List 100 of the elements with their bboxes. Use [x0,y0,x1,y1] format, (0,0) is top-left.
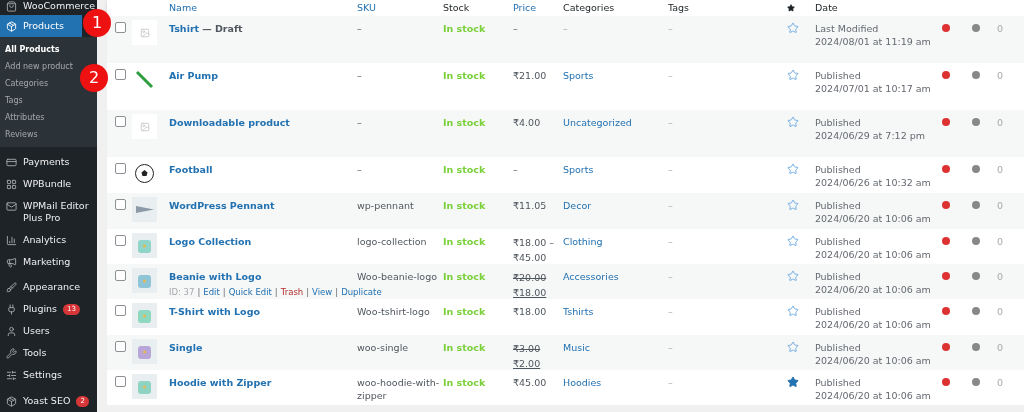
featured-star-icon[interactable] [787,163,799,175]
column-header[interactable]: Name [169,0,357,16]
row-action-link[interactable]: View [312,286,333,299]
stock-status: In stock [443,376,487,390]
row-checkbox[interactable] [115,116,126,127]
product-name[interactable]: Downloadable product [169,116,290,131]
product-name[interactable]: Football [169,163,213,178]
post-status: Published [815,199,862,212]
featured-star-icon[interactable] [787,116,799,128]
submenu-item[interactable]: Attributes [0,109,50,127]
featured-star-icon[interactable] [787,341,799,353]
box-icon [6,396,17,407]
settings-icon [6,370,17,382]
brush-icon [6,282,17,294]
product-name[interactable]: Single [169,341,203,356]
column-header[interactable]: Date [815,0,942,16]
stock-status: In stock [443,116,487,130]
sku: Woo-beanie-logo [357,270,438,283]
product-name[interactable]: Tshirt [169,22,200,37]
placeholder-thumbnail [132,20,157,45]
regular-price: ₹20.00 [513,271,547,285]
link-count: 0 [997,69,1005,83]
post-status: Last Modified [815,22,880,35]
product-name[interactable]: Hoodie with Zipper [169,376,272,391]
row-action-link[interactable]: Duplicate [341,286,382,299]
row-checkbox[interactable] [115,305,126,316]
price: – [513,22,519,36]
stock-status: In stock [443,270,487,284]
row-checkbox[interactable] [115,270,126,281]
category-link[interactable]: Sports [563,69,668,84]
featured-star-icon[interactable] [787,235,799,247]
stock-status: In stock [443,235,487,249]
post-status: Published [815,235,862,248]
row-checkbox[interactable] [115,199,126,210]
submenu-item[interactable]: Categories [0,75,54,93]
submenu-item[interactable]: Add new product [0,58,78,76]
category-link[interactable]: Music [563,341,668,356]
featured-star-icon[interactable] [787,22,799,34]
menu-label: Tools [23,347,47,360]
menu-label: Users [23,325,50,338]
featured-star-icon[interactable] [787,305,799,317]
featured-star-icon[interactable] [787,270,799,282]
category-link[interactable]: Decor [563,199,668,214]
row-action-link[interactable]: Trash [280,286,304,299]
post-status: Published [815,305,862,318]
category-link[interactable]: Uncategorized [563,116,668,131]
product-name[interactable]: Beanie with Logo [169,270,262,285]
sidebar-item[interactable]: Tools [0,342,97,365]
sku: – [357,69,363,82]
featured-star-icon[interactable] [787,69,799,81]
price: – [513,163,519,177]
sidebar-item[interactable]: Marketing [0,250,97,273]
product-name[interactable]: WordPress Pennant [169,199,275,214]
link-count: 0 [997,341,1005,355]
category-link[interactable]: Hoodies [563,376,668,391]
tags: – [668,116,787,131]
sidebar-item[interactable]: Analytics [0,228,97,251]
sidebar-item[interactable]: WPBundle [0,172,97,195]
stock-status: In stock [443,305,487,319]
row-checkbox[interactable] [115,163,126,174]
sku: – [357,163,363,176]
featured-star-icon[interactable] [787,376,799,388]
category-link[interactable]: Clothing [563,235,668,250]
submenu-item[interactable]: All Products [0,41,65,59]
sidebar-item[interactable]: Appearance [0,276,97,299]
row-action-link[interactable]: Quick Edit [228,286,272,299]
row-checkbox[interactable] [115,235,126,246]
product-name[interactable]: Air Pump [169,69,219,84]
sidebar-item[interactable]: Products [0,15,82,38]
date: 2024/06/20 at 10:06 am [815,389,932,402]
column-header[interactable]: SKU [357,0,443,16]
row-checkbox[interactable] [115,22,126,33]
row-action-link[interactable]: Edit [203,286,220,299]
category-link[interactable]: Accessories [563,270,668,285]
price: ₹45.00 [513,376,548,390]
row-checkbox[interactable] [115,341,126,352]
sidebar-item[interactable]: Users [0,320,97,343]
post-status: Published [815,270,862,283]
sidebar-item[interactable]: Settings [0,364,97,387]
link-count: 0 [997,235,1005,249]
sidebar-item[interactable]: Payments [0,150,97,173]
column-header[interactable]: Price [513,0,563,16]
tags: – [668,376,787,391]
product-name[interactable]: T-Shirt with Logo [169,305,260,320]
row-checkbox[interactable] [115,69,126,80]
submenu-item[interactable]: Tags [0,92,28,110]
menu-label: Appearance [23,281,81,294]
submenu-item[interactable]: Reviews [0,126,43,144]
row-checkbox[interactable] [115,376,126,387]
column-header[interactable]: Stock [443,0,513,16]
sidebar-item[interactable]: WPMail Editor Plus Pro [0,194,97,229]
sku: Woo-tshirt-logo [357,305,431,318]
category-link[interactable]: Tshirts [563,305,668,320]
featured-star-icon[interactable] [787,199,799,211]
separator: | [306,286,310,299]
column-header[interactable]: Tags [668,0,787,16]
product-name[interactable]: Logo Collection [169,235,252,250]
column-header[interactable]: Categories [563,0,668,16]
category-link[interactable]: Sports [563,163,668,178]
product-id: ID: 37 [169,286,195,299]
